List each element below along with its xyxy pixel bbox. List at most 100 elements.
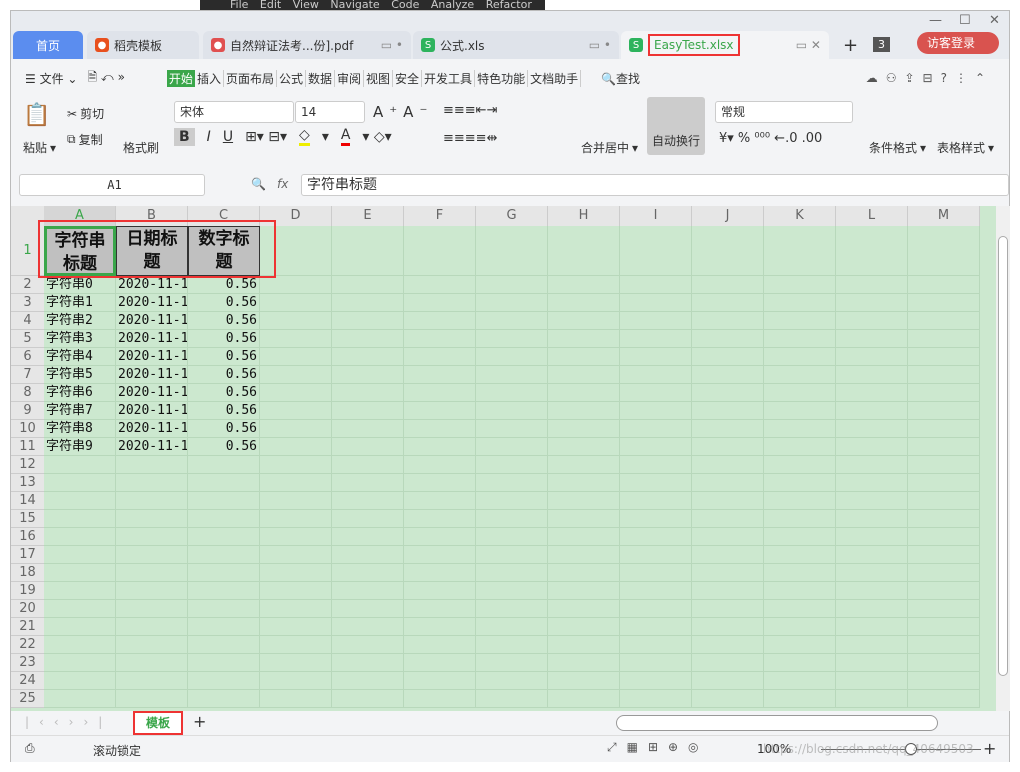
empty-cell[interactable]: [620, 420, 692, 438]
data-cell[interactable]: 字符串7: [44, 402, 116, 420]
empty-cell[interactable]: [116, 564, 188, 582]
data-cell[interactable]: 字符串2: [44, 312, 116, 330]
column-header-G[interactable]: G: [476, 206, 548, 226]
empty-cell[interactable]: [620, 564, 692, 582]
empty-cell[interactable]: [836, 636, 908, 654]
empty-cell[interactable]: [764, 474, 836, 492]
empty-cell[interactable]: [692, 618, 764, 636]
empty-cell[interactable]: [404, 690, 476, 708]
empty-cell[interactable]: [260, 276, 332, 294]
empty-cell[interactable]: [332, 402, 404, 420]
cut-button[interactable]: ✂ 剪切: [67, 105, 104, 122]
empty-cell[interactable]: [548, 492, 620, 510]
empty-cell[interactable]: [404, 226, 476, 276]
empty-cell[interactable]: [764, 276, 836, 294]
row-header-24[interactable]: 24: [11, 672, 44, 690]
empty-cell[interactable]: [404, 348, 476, 366]
empty-cell[interactable]: [188, 600, 260, 618]
empty-cell[interactable]: [548, 294, 620, 312]
empty-cell[interactable]: [836, 330, 908, 348]
empty-cell[interactable]: [908, 600, 980, 618]
empty-cell[interactable]: [764, 420, 836, 438]
empty-cell[interactable]: [692, 528, 764, 546]
row-header-25[interactable]: 25: [11, 690, 44, 708]
data-cell[interactable]: 2020-11-1: [116, 420, 188, 438]
data-cell[interactable]: 0.56: [188, 402, 260, 420]
column-header-M[interactable]: M: [908, 206, 980, 226]
empty-cell[interactable]: [836, 438, 908, 456]
empty-cell[interactable]: [764, 492, 836, 510]
empty-cell[interactable]: [44, 456, 116, 474]
empty-cell[interactable]: [764, 510, 836, 528]
empty-cell[interactable]: [764, 654, 836, 672]
data-cell[interactable]: 0.56: [188, 330, 260, 348]
empty-cell[interactable]: [764, 456, 836, 474]
minimize-icon[interactable]: —: [929, 13, 942, 28]
empty-cell[interactable]: [260, 510, 332, 528]
row-header-20[interactable]: 20: [11, 600, 44, 618]
empty-cell[interactable]: [476, 528, 548, 546]
empty-cell[interactable]: [44, 546, 116, 564]
empty-cell[interactable]: [836, 366, 908, 384]
empty-cell[interactable]: [836, 276, 908, 294]
empty-cell[interactable]: [476, 690, 548, 708]
row-header-8[interactable]: 8: [11, 384, 44, 402]
empty-cell[interactable]: [548, 528, 620, 546]
empty-cell[interactable]: [476, 582, 548, 600]
empty-cell[interactable]: [836, 456, 908, 474]
empty-cell[interactable]: [188, 618, 260, 636]
empty-cell[interactable]: [908, 528, 980, 546]
data-cell[interactable]: 字符串1: [44, 294, 116, 312]
empty-cell[interactable]: [548, 654, 620, 672]
empty-cell[interactable]: [908, 276, 980, 294]
empty-cell[interactable]: [476, 546, 548, 564]
empty-cell[interactable]: [836, 510, 908, 528]
close-window-icon[interactable]: ✕: [989, 13, 1000, 28]
data-cell[interactable]: 2020-11-1: [116, 276, 188, 294]
empty-cell[interactable]: [404, 492, 476, 510]
empty-cell[interactable]: [908, 510, 980, 528]
empty-cell[interactable]: [620, 456, 692, 474]
empty-cell[interactable]: [260, 672, 332, 690]
empty-cell[interactable]: [332, 672, 404, 690]
scroll-lock[interactable]: 滚动锁定: [93, 742, 141, 759]
empty-cell[interactable]: [548, 582, 620, 600]
empty-cell[interactable]: [332, 348, 404, 366]
column-header-D[interactable]: D: [260, 206, 332, 226]
spreadsheet-grid[interactable]: A B C D E F G H I J K L M 1 字符串标题 日期标题 数字标题 2 字符串0 2020-11-…: [11, 206, 996, 711]
empty-cell[interactable]: [332, 330, 404, 348]
empty-cell[interactable]: [116, 672, 188, 690]
empty-cell[interactable]: [692, 492, 764, 510]
empty-cell[interactable]: [836, 384, 908, 402]
empty-cell[interactable]: [908, 618, 980, 636]
select-all-corner[interactable]: [11, 206, 44, 226]
empty-cell[interactable]: [332, 528, 404, 546]
row-header-21[interactable]: 21: [11, 618, 44, 636]
formula-input[interactable]: 字符串标题: [301, 174, 1009, 196]
empty-cell[interactable]: [692, 582, 764, 600]
empty-cell[interactable]: [116, 510, 188, 528]
empty-cell[interactable]: [692, 636, 764, 654]
empty-cell[interactable]: [764, 636, 836, 654]
empty-cell[interactable]: [908, 348, 980, 366]
status-icon[interactable]: ⎙: [25, 741, 35, 756]
tab-3[interactable]: S 公式.xls ▭ •: [413, 31, 619, 59]
column-header-H[interactable]: H: [548, 206, 620, 226]
column-header-E[interactable]: E: [332, 206, 404, 226]
empty-cell[interactable]: [908, 294, 980, 312]
empty-cell[interactable]: [908, 546, 980, 564]
empty-cell[interactable]: [908, 654, 980, 672]
conditional-format-button[interactable]: 条件格式 ▾: [869, 139, 926, 156]
empty-cell[interactable]: [260, 384, 332, 402]
empty-cell[interactable]: [692, 546, 764, 564]
tab-2[interactable]: ● 自然辩证法考...份].pdf ▭ •: [203, 31, 411, 59]
empty-cell[interactable]: [836, 564, 908, 582]
empty-cell[interactable]: [260, 618, 332, 636]
column-header-C[interactable]: C: [188, 206, 260, 226]
header-cell[interactable]: 日期标题: [116, 226, 188, 276]
empty-cell[interactable]: [908, 402, 980, 420]
empty-cell[interactable]: [476, 226, 548, 276]
tab-0[interactable]: 首页: [13, 31, 83, 59]
empty-cell[interactable]: [404, 402, 476, 420]
empty-cell[interactable]: [260, 654, 332, 672]
